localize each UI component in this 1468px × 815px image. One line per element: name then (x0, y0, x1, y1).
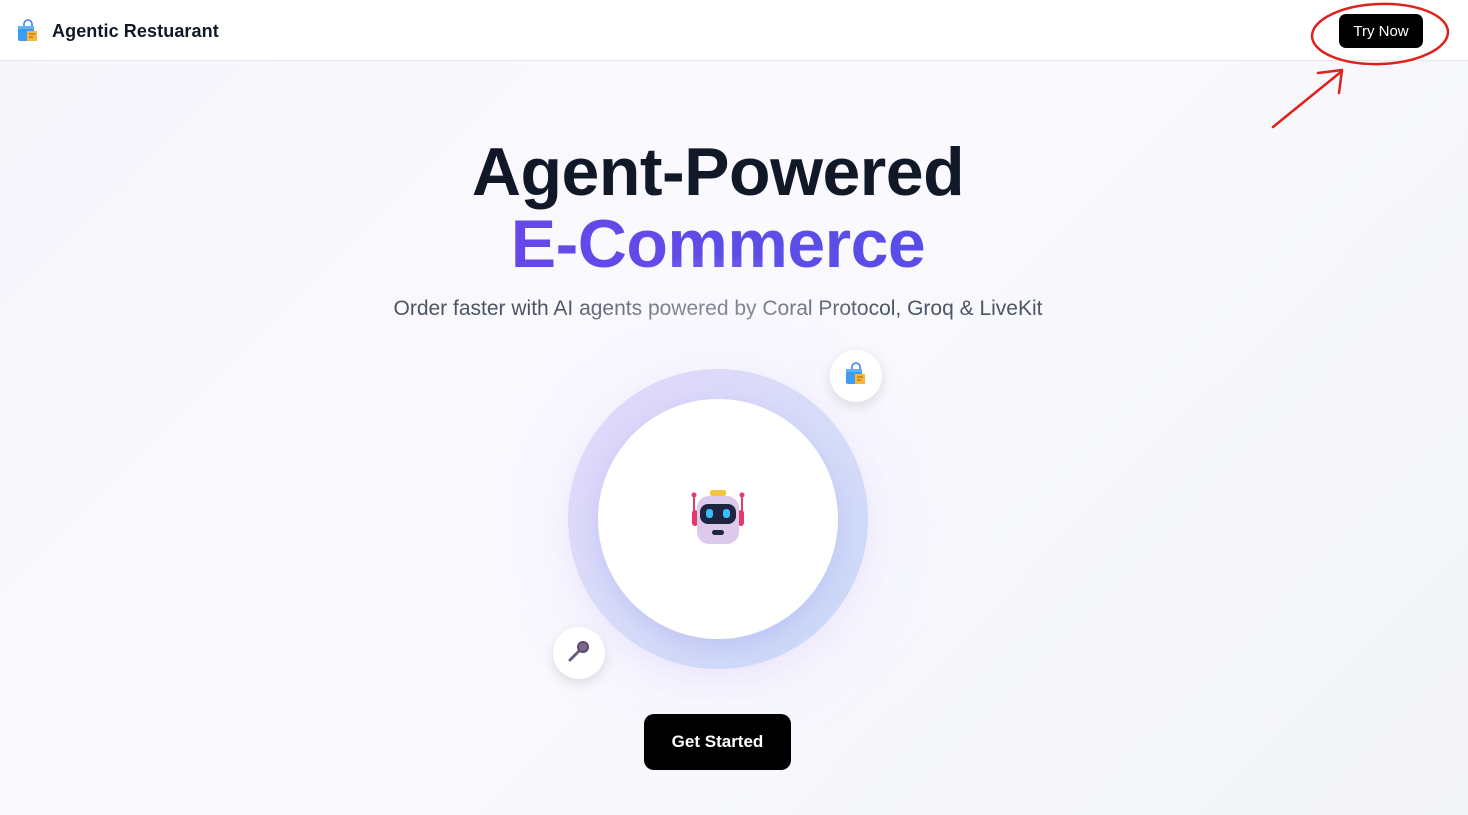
shopping-bag-icon (844, 361, 868, 391)
floating-bag-bubble (830, 350, 882, 402)
get-started-button[interactable]: Get Started (644, 714, 791, 770)
floating-mic-bubble (553, 627, 605, 679)
microphone-icon (566, 638, 592, 669)
top-navbar: Agentic Restuarant Try Now (0, 0, 1468, 61)
hero-title-line1: Agent-Powered (471, 134, 965, 210)
agent-avatar (598, 399, 838, 639)
annotation-arrow (1271, 68, 1344, 129)
brand-name: Agentic Restuarant (52, 20, 219, 41)
brand[interactable]: Agentic Restuarant (16, 17, 219, 45)
robot-icon (688, 486, 748, 553)
shopping-bag-icon (16, 19, 40, 43)
try-now-button[interactable]: Try Now (1339, 14, 1423, 48)
